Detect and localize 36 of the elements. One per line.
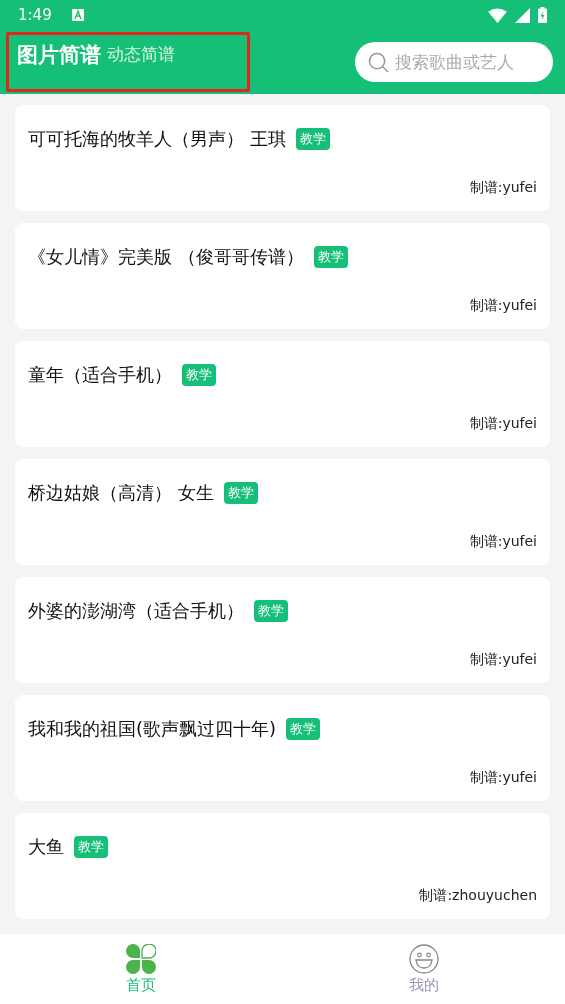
song-title: 大鱼: [28, 835, 64, 859]
signal-icon: [515, 7, 530, 23]
author-label: 制谱:yufei: [469, 179, 537, 197]
status-time: 1:49: [18, 6, 52, 24]
author-label: 制谱:yufei: [469, 651, 537, 669]
song-title: 桥边姑娘（高清） 女生: [28, 481, 214, 505]
song-card[interactable]: 桥边姑娘（高清） 女生 教学 制谱:yufei: [15, 459, 550, 565]
song-card[interactable]: 我和我的祖国(歌声飘过四十年) 教学 制谱:yufei: [15, 695, 550, 801]
author-label: 制谱:yufei: [469, 415, 537, 433]
author-label: 制谱:yufei: [469, 533, 537, 551]
tag-badge: 教学: [295, 128, 330, 150]
author-label: 制谱:yufei: [469, 769, 537, 787]
tag-badge: 教学: [286, 718, 321, 740]
battery-icon: [538, 7, 547, 23]
song-title: 《女儿情》完美版 （俊哥哥传谱）: [28, 245, 304, 269]
author-label: 制谱:zhouyuchen: [419, 887, 537, 905]
song-card[interactable]: 《女儿情》完美版 （俊哥哥传谱） 教学 制谱:yufei: [15, 223, 550, 329]
song-card[interactable]: 童年（适合手机） 教学 制谱:yufei: [15, 341, 550, 447]
tag-badge: 教学: [313, 246, 348, 268]
song-title: 可可托海的牧羊人（男声） 王琪: [28, 127, 286, 151]
tag-badge: 教学: [74, 836, 108, 858]
song-card[interactable]: 外婆的澎湖湾（适合手机） 教学 制谱:yufei: [15, 577, 550, 683]
author-label: 制谱:yufei: [469, 297, 537, 315]
search-field[interactable]: 搜索歌曲或艺人: [355, 42, 553, 82]
song-title: 外婆的澎湖湾（适合手机）: [28, 599, 244, 623]
tag-badge: 教学: [182, 364, 216, 386]
song-title: 我和我的祖国(歌声飘过四十年): [28, 717, 277, 741]
tag-badge: 教学: [254, 600, 288, 622]
song-card[interactable]: 大鱼 教学 制谱:zhouyuchen: [15, 813, 550, 919]
smiley-icon: [408, 943, 439, 974]
clover-icon: [126, 943, 157, 974]
notification-icon: [71, 9, 84, 21]
tag-badge: 教学: [223, 482, 258, 504]
song-card[interactable]: 可可托海的牧羊人（男声） 王琪 教学 制谱:yufei: [15, 105, 550, 211]
wifi-icon: [488, 7, 507, 23]
song-title: 童年（适合手机）: [28, 363, 172, 387]
